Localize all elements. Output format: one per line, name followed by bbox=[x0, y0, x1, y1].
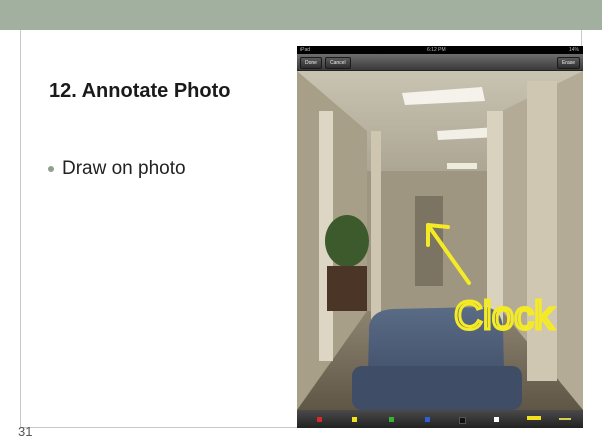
bullet-item: Draw on photo bbox=[48, 158, 186, 180]
side-table bbox=[327, 266, 367, 311]
door-frame bbox=[371, 131, 381, 321]
status-bar: iPad 6:12 PM 14% bbox=[297, 46, 583, 54]
color-swatch-blue[interactable] bbox=[425, 417, 430, 422]
bullet-dot-icon bbox=[48, 166, 54, 172]
slide-header-bar bbox=[0, 0, 602, 30]
slide-title: 12. Annotate Photo bbox=[49, 80, 231, 102]
done-button[interactable]: Done bbox=[300, 57, 322, 69]
chair-arms bbox=[352, 366, 522, 410]
ceiling-light bbox=[447, 163, 477, 169]
color-swatch-white[interactable] bbox=[494, 417, 499, 422]
cancel-button[interactable]: Cancel bbox=[325, 57, 351, 69]
slide: 12. Annotate Photo Draw on photo 31 iPad… bbox=[0, 0, 602, 444]
status-device: iPad bbox=[300, 47, 311, 53]
slide-number: 31 bbox=[18, 424, 33, 439]
color-swatch-red[interactable] bbox=[317, 417, 322, 422]
status-time: 6:12 PM bbox=[427, 47, 446, 53]
ipad-screenshot: iPad 6:12 PM 14% Done Cancel Erase Clock bbox=[297, 46, 583, 428]
color-swatch-black[interactable] bbox=[459, 417, 466, 424]
plant bbox=[325, 215, 369, 267]
hallway-photo[interactable]: Clock bbox=[297, 71, 583, 410]
bullet-text: Draw on photo bbox=[62, 158, 186, 179]
erase-button[interactable]: Erase bbox=[556, 57, 580, 69]
brush-thin[interactable] bbox=[559, 418, 571, 420]
brush-thick[interactable] bbox=[527, 416, 541, 420]
annotation-text: Clock bbox=[454, 294, 555, 338]
color-swatch-green[interactable] bbox=[389, 417, 394, 422]
color-swatch-yellow[interactable] bbox=[352, 417, 357, 422]
annotation-toolbar: Done Cancel Erase bbox=[297, 54, 583, 71]
color-palette bbox=[297, 410, 583, 428]
status-battery: 14% bbox=[568, 47, 579, 53]
